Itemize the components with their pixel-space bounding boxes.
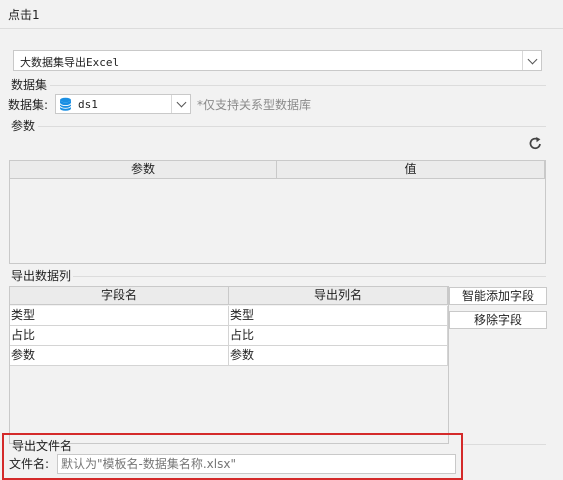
table-row[interactable]: 占比 占比 bbox=[10, 326, 448, 346]
smart-add-field-button[interactable]: 智能添加字段 bbox=[449, 287, 547, 305]
table-row[interactable]: 参数 参数 bbox=[10, 346, 448, 366]
export-type-select[interactable]: 大数据集导出Excel bbox=[13, 50, 542, 71]
filename-divider bbox=[463, 444, 546, 445]
export-name-cell[interactable]: 类型 bbox=[229, 306, 448, 326]
field-cell[interactable]: 类型 bbox=[10, 306, 229, 326]
params-divider bbox=[38, 126, 546, 127]
remove-field-button[interactable]: 移除字段 bbox=[449, 311, 547, 329]
field-cell[interactable]: 占比 bbox=[10, 326, 229, 346]
field-cell[interactable]: 参数 bbox=[10, 346, 229, 366]
database-icon bbox=[59, 97, 72, 115]
refresh-icon[interactable] bbox=[528, 136, 543, 154]
table-row[interactable]: 类型 类型 bbox=[10, 306, 448, 326]
params-column-value: 值 bbox=[277, 161, 545, 179]
params-section-heading: 参数 bbox=[11, 119, 36, 133]
export-type-value: 大数据集导出Excel bbox=[20, 56, 120, 69]
column-header-export-name: 导出列名 bbox=[229, 287, 448, 305]
dataset-hint: *仅支持关系型数据库 bbox=[197, 98, 312, 112]
export-columns-section-heading: 导出数据列 bbox=[11, 269, 72, 283]
column-header-field: 字段名 bbox=[10, 287, 229, 305]
chevron-down-icon[interactable] bbox=[171, 95, 190, 113]
dataset-field-label: 数据集: bbox=[8, 98, 49, 112]
params-table[interactable]: 参数 值 bbox=[9, 160, 546, 264]
dataset-section-heading: 数据集 bbox=[11, 78, 48, 92]
export-name-cell[interactable]: 占比 bbox=[229, 326, 448, 346]
dataset-value: ds1 bbox=[78, 98, 98, 111]
export-name-cell[interactable]: 参数 bbox=[229, 346, 448, 366]
dataset-divider bbox=[50, 85, 546, 86]
params-column-name: 参数 bbox=[10, 161, 277, 179]
window-title-bar bbox=[0, 0, 563, 29]
chevron-down-icon[interactable] bbox=[522, 51, 541, 70]
highlight-box bbox=[2, 433, 463, 480]
export-columns-divider bbox=[73, 276, 546, 277]
export-columns-table[interactable]: 字段名 导出列名 类型 类型 占比 占比 参数 参数 bbox=[9, 286, 449, 444]
window-title: 点击1 bbox=[8, 8, 40, 22]
dataset-select[interactable]: ds1 bbox=[55, 94, 191, 114]
